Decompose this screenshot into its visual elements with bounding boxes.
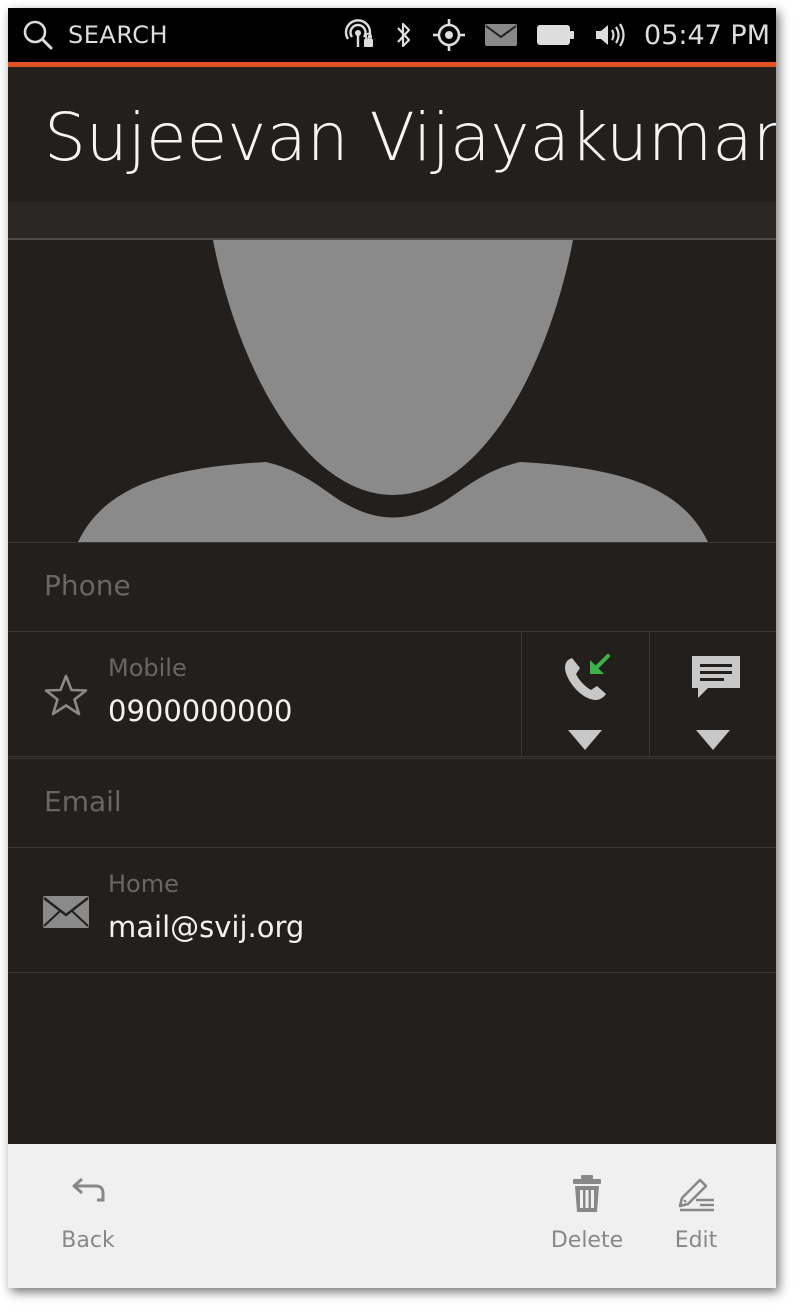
location-icon[interactable]	[432, 18, 466, 52]
chevron-down-icon[interactable]	[566, 728, 604, 752]
email-address[interactable]: mail@svij.org	[108, 910, 304, 944]
delete-button[interactable]: Delete	[539, 1144, 635, 1288]
network-icon[interactable]	[342, 19, 376, 51]
edit-button[interactable]: Edit	[648, 1144, 744, 1288]
page-header: Sujeevan Vijayakumara	[8, 67, 776, 202]
indicators: 05:47 PM	[324, 16, 770, 54]
call-button[interactable]	[521, 632, 649, 756]
email-section-header: Email	[8, 758, 776, 848]
page-title: Sujeevan Vijayakumara	[44, 99, 776, 176]
message-button[interactable]	[649, 632, 776, 756]
contact-details-screen: SEARCH 05:47 PM Sujeevan Vijayakumara Ph…	[8, 8, 776, 1288]
messages-icon[interactable]	[484, 23, 518, 47]
search-icon	[22, 19, 54, 51]
call-icon	[560, 652, 612, 704]
phone-number[interactable]: 0900000000	[108, 694, 293, 728]
phone-row[interactable]: Mobile 0900000000	[8, 632, 776, 757]
back-label: Back	[61, 1228, 115, 1253]
email-section-title: Email	[44, 785, 122, 818]
bottom-toolbar: Back Delete Edit	[8, 1144, 776, 1288]
battery-icon[interactable]	[536, 23, 576, 47]
edit-icon	[676, 1174, 716, 1214]
email-row[interactable]: Home mail@svij.org	[8, 848, 776, 973]
edit-label: Edit	[674, 1228, 718, 1253]
trash-icon	[567, 1174, 607, 1214]
status-bar: SEARCH 05:47 PM	[8, 8, 776, 62]
email-type-label: Home	[108, 870, 179, 898]
header-divider	[8, 202, 776, 240]
back-button[interactable]: Back	[40, 1144, 136, 1288]
back-icon	[68, 1174, 108, 1214]
phone-section-header: Phone	[8, 542, 776, 632]
clock[interactable]: 05:47 PM	[644, 20, 770, 51]
chevron-down-icon[interactable]	[694, 728, 732, 752]
star-icon[interactable]	[42, 672, 90, 720]
avatar	[8, 240, 776, 542]
search-indicator[interactable]: SEARCH	[22, 16, 168, 54]
envelope-icon	[42, 892, 90, 940]
phone-section-title: Phone	[44, 569, 131, 602]
volume-icon[interactable]	[594, 21, 626, 49]
message-icon	[688, 652, 740, 704]
search-label: SEARCH	[68, 21, 169, 49]
phone-type-label: Mobile	[108, 654, 187, 682]
delete-label: Delete	[550, 1228, 624, 1253]
bluetooth-icon[interactable]	[394, 20, 414, 50]
